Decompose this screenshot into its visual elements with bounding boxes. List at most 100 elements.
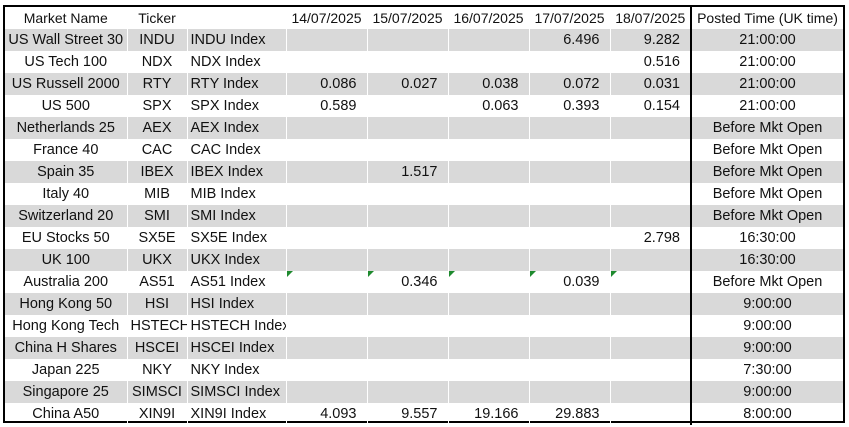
posted-time-cell[interactable]: 16:30:00 <box>690 227 843 249</box>
value-cell[interactable] <box>448 271 530 293</box>
index-code-cell[interactable]: HSI Index <box>187 293 287 315</box>
market-name-cell[interactable]: Australia 200 <box>5 271 128 293</box>
ticker-cell[interactable]: MIB <box>127 183 188 205</box>
value-cell[interactable] <box>529 249 611 271</box>
ticker-cell[interactable]: SX5E <box>127 227 188 249</box>
header-cell[interactable]: Posted Time (UK time) <box>690 7 843 29</box>
value-cell[interactable] <box>529 205 611 227</box>
ticker-cell[interactable]: AEX <box>127 117 188 139</box>
value-cell[interactable]: 0.038 <box>448 73 530 95</box>
value-cell[interactable] <box>448 249 530 271</box>
index-code-cell[interactable]: NKY Index <box>187 359 287 381</box>
value-cell[interactable] <box>610 183 692 205</box>
value-cell[interactable] <box>448 227 530 249</box>
value-cell[interactable] <box>610 315 692 337</box>
value-cell[interactable] <box>610 337 692 359</box>
ticker-cell[interactable]: HSCEI <box>127 337 188 359</box>
posted-time-cell[interactable]: 8:00:00 <box>690 403 843 425</box>
value-cell[interactable] <box>448 381 530 403</box>
index-code-cell[interactable]: SMI Index <box>187 205 287 227</box>
market-name-cell[interactable]: China H Shares <box>5 337 128 359</box>
value-cell[interactable] <box>286 249 368 271</box>
value-cell[interactable]: 0.031 <box>610 73 692 95</box>
index-code-cell[interactable]: SX5E Index <box>187 227 287 249</box>
posted-time-cell[interactable]: Before Mkt Open <box>690 161 843 183</box>
market-name-cell[interactable]: Singapore 25 <box>5 381 128 403</box>
value-cell[interactable] <box>610 249 692 271</box>
value-cell[interactable]: 0.393 <box>529 95 611 117</box>
value-cell[interactable] <box>286 117 368 139</box>
value-cell[interactable] <box>286 29 368 51</box>
value-cell[interactable] <box>367 95 449 117</box>
header-cell[interactable]: 18/07/2025 <box>610 7 692 29</box>
value-cell[interactable] <box>610 359 692 381</box>
posted-time-cell[interactable]: 9:00:00 <box>690 293 843 315</box>
ticker-cell[interactable]: XIN9I <box>127 403 188 425</box>
header-cell[interactable]: 15/07/2025 <box>367 7 449 29</box>
index-code-cell[interactable]: MIB Index <box>187 183 287 205</box>
value-cell[interactable] <box>448 205 530 227</box>
value-cell[interactable] <box>286 139 368 161</box>
posted-time-cell[interactable]: 7:30:00 <box>690 359 843 381</box>
market-name-cell[interactable]: US Russell 2000 <box>5 73 128 95</box>
value-cell[interactable] <box>367 359 449 381</box>
value-cell[interactable]: 19.166 <box>448 403 530 425</box>
ticker-cell[interactable]: AS51 <box>127 271 188 293</box>
ticker-cell[interactable]: SIMSCI <box>127 381 188 403</box>
value-cell[interactable] <box>367 139 449 161</box>
index-code-cell[interactable]: RTY Index <box>187 73 287 95</box>
header-cell[interactable]: 17/07/2025 <box>529 7 611 29</box>
value-cell[interactable] <box>529 227 611 249</box>
value-cell[interactable] <box>610 139 692 161</box>
value-cell[interactable] <box>448 139 530 161</box>
ticker-cell[interactable]: HSTECH <box>127 315 188 337</box>
market-name-cell[interactable]: Netherlands 25 <box>5 117 128 139</box>
ticker-cell[interactable]: HSI <box>127 293 188 315</box>
posted-time-cell[interactable]: Before Mkt Open <box>690 271 843 293</box>
value-cell[interactable]: 0.039 <box>529 271 611 293</box>
value-cell[interactable] <box>529 161 611 183</box>
value-cell[interactable] <box>448 183 530 205</box>
value-cell[interactable] <box>448 293 530 315</box>
header-cell[interactable] <box>187 7 287 29</box>
value-cell[interactable] <box>367 381 449 403</box>
posted-time-cell[interactable]: Before Mkt Open <box>690 183 843 205</box>
value-cell[interactable]: 9.282 <box>610 29 692 51</box>
market-name-cell[interactable]: US Wall Street 30 <box>5 29 128 51</box>
index-code-cell[interactable]: HSCEI Index <box>187 337 287 359</box>
index-code-cell[interactable]: NDX Index <box>187 51 287 73</box>
value-cell[interactable] <box>367 337 449 359</box>
ticker-cell[interactable]: CAC <box>127 139 188 161</box>
ticker-cell[interactable]: SMI <box>127 205 188 227</box>
index-code-cell[interactable]: SIMSCI Index <box>187 381 287 403</box>
index-code-cell[interactable]: CAC Index <box>187 139 287 161</box>
market-name-cell[interactable]: Hong Kong 50 <box>5 293 128 315</box>
posted-time-cell[interactable]: 9:00:00 <box>690 337 843 359</box>
value-cell[interactable] <box>610 205 692 227</box>
value-cell[interactable] <box>286 161 368 183</box>
market-name-cell[interactable]: China A50 <box>5 403 128 425</box>
market-name-cell[interactable]: Italy 40 <box>5 183 128 205</box>
ticker-cell[interactable]: INDU <box>127 29 188 51</box>
value-cell[interactable] <box>286 315 368 337</box>
value-cell[interactable] <box>529 117 611 139</box>
ticker-cell[interactable]: UKX <box>127 249 188 271</box>
value-cell[interactable]: 0.154 <box>610 95 692 117</box>
value-cell[interactable] <box>286 293 368 315</box>
value-cell[interactable] <box>529 51 611 73</box>
value-cell[interactable] <box>529 337 611 359</box>
value-cell[interactable] <box>286 359 368 381</box>
value-cell[interactable]: 6.496 <box>529 29 611 51</box>
value-cell[interactable] <box>448 337 530 359</box>
value-cell[interactable] <box>529 359 611 381</box>
value-cell[interactable] <box>367 51 449 73</box>
market-name-cell[interactable]: France 40 <box>5 139 128 161</box>
value-cell[interactable] <box>529 139 611 161</box>
ticker-cell[interactable]: SPX <box>127 95 188 117</box>
value-cell[interactable] <box>367 293 449 315</box>
value-cell[interactable] <box>367 315 449 337</box>
index-code-cell[interactable]: XIN9I Index <box>187 403 287 425</box>
index-code-cell[interactable]: AEX Index <box>187 117 287 139</box>
index-code-cell[interactable]: AS51 Index <box>187 271 287 293</box>
value-cell[interactable]: 9.557 <box>367 403 449 425</box>
